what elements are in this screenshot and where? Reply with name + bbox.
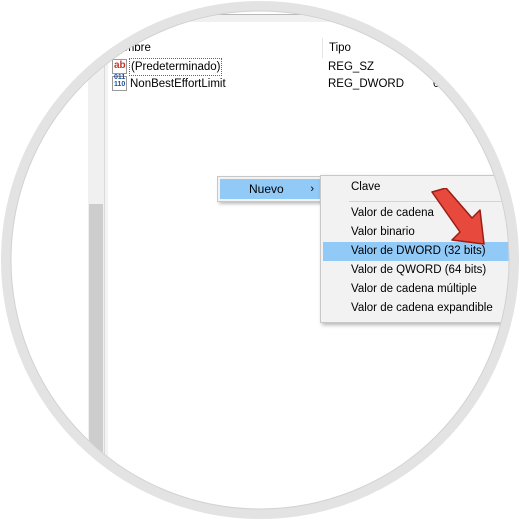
address-bar[interactable] — [188, 0, 394, 15]
tree-pane[interactable] — [0, 0, 88, 520]
submenu-item-label: Valor de cadena múltiple — [351, 283, 477, 295]
submenu-item-valor-qword[interactable]: Valor de QWORD (64 bits) — [323, 261, 519, 280]
column-header-type[interactable]: Tipo — [322, 38, 449, 58]
list-item[interactable]: 011 110 NonBestEffortLimit REG_DWORD 0x — [112, 74, 520, 92]
submenu-item-valor-cadena-multiple[interactable]: Valor de cadena múltiple — [323, 280, 519, 299]
string-value-icon: ab — [112, 59, 127, 74]
registry-editor-window: Nombre Tipo ab (Predeterminado) REG_SZ 0… — [0, 0, 520, 520]
submenu-item-label: Valor de QWORD (64 bits) — [351, 264, 487, 276]
value-name: NonBestEffortLimit — [130, 78, 226, 90]
submenu-item-label: Valor binario — [351, 226, 415, 238]
value-name: (Predeterminado) — [128, 58, 223, 76]
binary-value-icon: 011 110 — [112, 74, 127, 91]
submenu-arrow-icon: › — [310, 183, 314, 195]
menu-item-nuevo-label: Nuevo — [249, 182, 284, 196]
value-type: REG_SZ — [328, 61, 375, 73]
context-menu: Nuevo › — [217, 176, 323, 202]
list-item[interactable]: ab (Predeterminado) REG_SZ — [112, 58, 520, 76]
red-pointer-arrow-icon — [431, 188, 485, 245]
submenu-item-label: Valor de cadena expandible — [351, 302, 493, 314]
value-data: 0x — [433, 78, 446, 90]
value-type: REG_DWORD — [328, 78, 405, 90]
column-header-type-label: Tipo — [329, 42, 351, 54]
tree-scrollbar-thumb[interactable] — [89, 204, 103, 520]
submenu-item-label: Clave — [351, 181, 381, 193]
menu-item-nuevo[interactable]: Nuevo › — [220, 179, 320, 199]
column-header-name[interactable]: Nombre — [110, 38, 318, 58]
submenu-item-valor-cadena-expandible[interactable]: Valor de cadena expandible — [323, 299, 519, 318]
column-header-name-label: Nombre — [110, 42, 151, 54]
